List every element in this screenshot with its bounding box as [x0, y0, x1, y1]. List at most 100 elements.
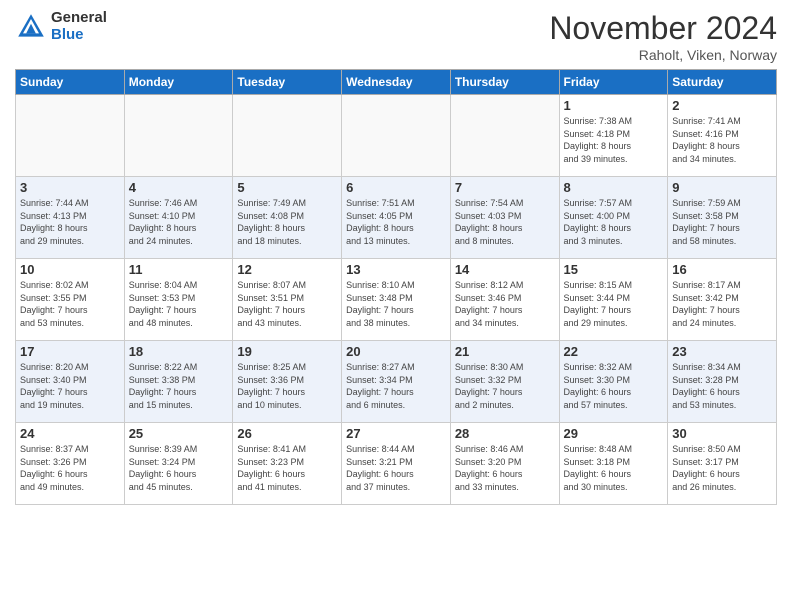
calendar-day-cell: 11 Sunrise: 8:04 AM Sunset: 3:53 PM Dayli…	[124, 259, 233, 341]
day-number: 7	[455, 180, 555, 195]
calendar-day-cell: 15 Sunrise: 8:15 AM Sunset: 3:44 PM Dayli…	[559, 259, 668, 341]
day-info: Sunrise: 8:15 AM Sunset: 3:44 PM Dayligh…	[564, 279, 664, 329]
calendar-day-cell: 24 Sunrise: 8:37 AM Sunset: 3:26 PM Dayli…	[16, 423, 125, 505]
day-info: Sunrise: 7:46 AM Sunset: 4:10 PM Dayligh…	[129, 197, 229, 247]
calendar-day-cell	[450, 95, 559, 177]
day-info: Sunrise: 8:12 AM Sunset: 3:46 PM Dayligh…	[455, 279, 555, 329]
location: Raholt, Viken, Norway	[549, 47, 777, 63]
day-number: 18	[129, 344, 229, 359]
day-number: 12	[237, 262, 337, 277]
calendar-day-cell	[124, 95, 233, 177]
day-info: Sunrise: 8:02 AM Sunset: 3:55 PM Dayligh…	[20, 279, 120, 329]
page: General Blue November 2024 Raholt, Viken…	[0, 0, 792, 612]
day-info: Sunrise: 8:20 AM Sunset: 3:40 PM Dayligh…	[20, 361, 120, 411]
day-info: Sunrise: 8:04 AM Sunset: 3:53 PM Dayligh…	[129, 279, 229, 329]
day-info: Sunrise: 8:39 AM Sunset: 3:24 PM Dayligh…	[129, 443, 229, 493]
logo-text: General Blue	[51, 10, 107, 43]
calendar-table: Sunday Monday Tuesday Wednesday Thursday…	[15, 69, 777, 505]
day-number: 8	[564, 180, 664, 195]
day-number: 24	[20, 426, 120, 441]
header-saturday: Saturday	[668, 70, 777, 95]
calendar-day-cell: 19Sunrise: 8:25 AM Sunset: 3:36 PM Dayli…	[233, 341, 342, 423]
day-number: 9	[672, 180, 772, 195]
day-number: 30	[672, 426, 772, 441]
day-number: 15	[564, 262, 664, 277]
day-info: Sunrise: 8:17 AM Sunset: 3:42 PM Dayligh…	[672, 279, 772, 329]
day-number: 28	[455, 426, 555, 441]
calendar-week-row: 1Sunrise: 7:38 AM Sunset: 4:18 PM Daylig…	[16, 95, 777, 177]
day-info: Sunrise: 8:10 AM Sunset: 3:48 PM Dayligh…	[346, 279, 446, 329]
header-tuesday: Tuesday	[233, 70, 342, 95]
header-thursday: Thursday	[450, 70, 559, 95]
logo-general-text: General	[51, 10, 107, 27]
day-info: Sunrise: 7:49 AM Sunset: 4:08 PM Dayligh…	[237, 197, 337, 247]
day-info: Sunrise: 7:59 AM Sunset: 3:58 PM Dayligh…	[672, 197, 772, 247]
header-wednesday: Wednesday	[342, 70, 451, 95]
day-info: Sunrise: 8:30 AM Sunset: 3:32 PM Dayligh…	[455, 361, 555, 411]
calendar-day-cell: 21 Sunrise: 8:30 AM Sunset: 3:32 PM Dayli…	[450, 341, 559, 423]
calendar-day-cell: 22Sunrise: 8:32 AM Sunset: 3:30 PM Dayli…	[559, 341, 668, 423]
day-info: Sunrise: 8:50 AM Sunset: 3:17 PM Dayligh…	[672, 443, 772, 493]
day-info: Sunrise: 8:37 AM Sunset: 3:26 PM Dayligh…	[20, 443, 120, 493]
calendar-day-cell	[233, 95, 342, 177]
day-number: 25	[129, 426, 229, 441]
logo-icon	[15, 11, 47, 43]
calendar-day-cell: 29 Sunrise: 8:48 AM Sunset: 3:18 PM Dayli…	[559, 423, 668, 505]
day-number: 20	[346, 344, 446, 359]
day-number: 16	[672, 262, 772, 277]
day-info: Sunrise: 7:44 AM Sunset: 4:13 PM Dayligh…	[20, 197, 120, 247]
day-info: Sunrise: 7:54 AM Sunset: 4:03 PM Dayligh…	[455, 197, 555, 247]
calendar-day-cell: 8 Sunrise: 7:57 AM Sunset: 4:00 PM Daylig…	[559, 177, 668, 259]
day-number: 14	[455, 262, 555, 277]
calendar-day-cell: 13Sunrise: 8:10 AM Sunset: 3:48 PM Dayli…	[342, 259, 451, 341]
day-number: 17	[20, 344, 120, 359]
calendar-day-cell: 26Sunrise: 8:41 AM Sunset: 3:23 PM Dayli…	[233, 423, 342, 505]
calendar-day-cell: 25 Sunrise: 8:39 AM Sunset: 3:24 PM Dayli…	[124, 423, 233, 505]
day-info: Sunrise: 8:27 AM Sunset: 3:34 PM Dayligh…	[346, 361, 446, 411]
calendar-day-cell: 10 Sunrise: 8:02 AM Sunset: 3:55 PM Dayli…	[16, 259, 125, 341]
calendar-week-row: 3 Sunrise: 7:44 AM Sunset: 4:13 PM Daylig…	[16, 177, 777, 259]
day-info: Sunrise: 8:25 AM Sunset: 3:36 PM Dayligh…	[237, 361, 337, 411]
calendar-day-cell: 9 Sunrise: 7:59 AM Sunset: 3:58 PM Daylig…	[668, 177, 777, 259]
header: General Blue November 2024 Raholt, Viken…	[15, 10, 777, 63]
calendar-day-cell: 30 Sunrise: 8:50 AM Sunset: 3:17 PM Dayli…	[668, 423, 777, 505]
header-monday: Monday	[124, 70, 233, 95]
calendar-day-cell: 4 Sunrise: 7:46 AM Sunset: 4:10 PM Daylig…	[124, 177, 233, 259]
day-number: 29	[564, 426, 664, 441]
day-number: 10	[20, 262, 120, 277]
calendar-day-cell: 17 Sunrise: 8:20 AM Sunset: 3:40 PM Dayli…	[16, 341, 125, 423]
calendar-day-cell: 6 Sunrise: 7:51 AM Sunset: 4:05 PM Daylig…	[342, 177, 451, 259]
header-friday: Friday	[559, 70, 668, 95]
day-info: Sunrise: 8:48 AM Sunset: 3:18 PM Dayligh…	[564, 443, 664, 493]
day-number: 21	[455, 344, 555, 359]
day-number: 6	[346, 180, 446, 195]
day-number: 11	[129, 262, 229, 277]
header-sunday: Sunday	[16, 70, 125, 95]
calendar-week-row: 10 Sunrise: 8:02 AM Sunset: 3:55 PM Dayli…	[16, 259, 777, 341]
day-info: Sunrise: 7:41 AM Sunset: 4:16 PM Dayligh…	[672, 115, 772, 165]
calendar-day-cell	[342, 95, 451, 177]
month-title: November 2024	[549, 10, 777, 47]
calendar-day-cell: 5 Sunrise: 7:49 AM Sunset: 4:08 PM Daylig…	[233, 177, 342, 259]
calendar-day-cell: 12 Sunrise: 8:07 AM Sunset: 3:51 PM Dayli…	[233, 259, 342, 341]
calendar-week-row: 17 Sunrise: 8:20 AM Sunset: 3:40 PM Dayli…	[16, 341, 777, 423]
calendar-day-cell: 3 Sunrise: 7:44 AM Sunset: 4:13 PM Daylig…	[16, 177, 125, 259]
day-number: 1	[564, 98, 664, 113]
day-number: 26	[237, 426, 337, 441]
day-number: 22	[564, 344, 664, 359]
calendar-day-cell	[16, 95, 125, 177]
calendar-day-cell: 7 Sunrise: 7:54 AM Sunset: 4:03 PM Daylig…	[450, 177, 559, 259]
day-number: 3	[20, 180, 120, 195]
calendar-day-cell: 23Sunrise: 8:34 AM Sunset: 3:28 PM Dayli…	[668, 341, 777, 423]
calendar-header-row: Sunday Monday Tuesday Wednesday Thursday…	[16, 70, 777, 95]
day-info: Sunrise: 8:07 AM Sunset: 3:51 PM Dayligh…	[237, 279, 337, 329]
day-info: Sunrise: 7:57 AM Sunset: 4:00 PM Dayligh…	[564, 197, 664, 247]
calendar-day-cell: 14 Sunrise: 8:12 AM Sunset: 3:46 PM Dayli…	[450, 259, 559, 341]
day-info: Sunrise: 8:34 AM Sunset: 3:28 PM Dayligh…	[672, 361, 772, 411]
day-number: 5	[237, 180, 337, 195]
calendar-day-cell: 20 Sunrise: 8:27 AM Sunset: 3:34 PM Dayli…	[342, 341, 451, 423]
day-number: 4	[129, 180, 229, 195]
logo-blue-text: Blue	[51, 27, 107, 44]
day-info: Sunrise: 7:51 AM Sunset: 4:05 PM Dayligh…	[346, 197, 446, 247]
calendar-day-cell: 28Sunrise: 8:46 AM Sunset: 3:20 PM Dayli…	[450, 423, 559, 505]
